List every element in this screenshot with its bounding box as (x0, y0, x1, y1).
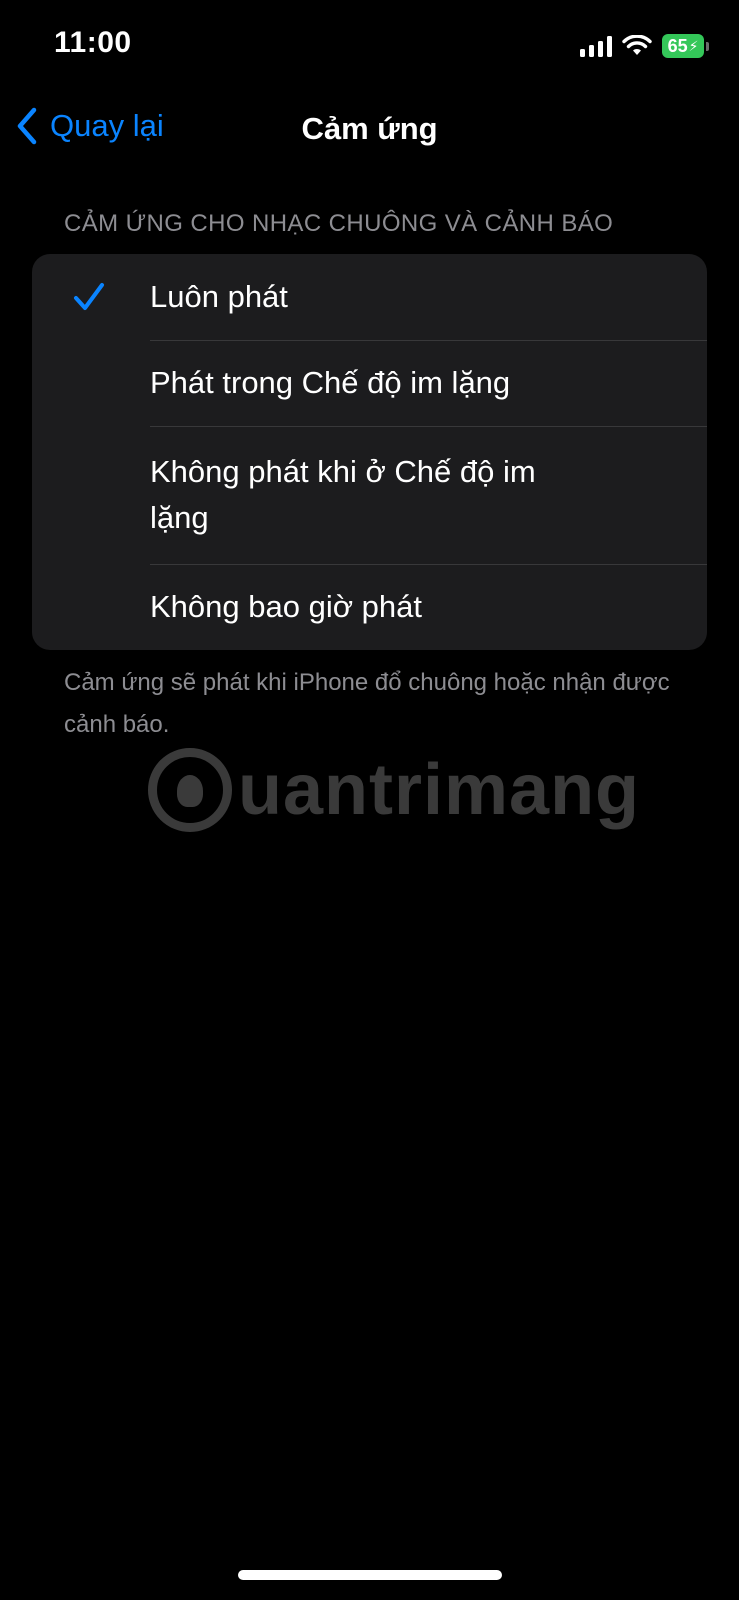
watermark: uantrimang (148, 748, 640, 832)
signal-icon (580, 35, 612, 57)
section-footer: Cảm ứng sẽ phát khi iPhone đổ chuông hoặ… (64, 669, 670, 738)
checkmark-icon (74, 283, 104, 310)
charging-bolt-icon: ⚡ (688, 37, 699, 54)
page-title: Cảm ứng (301, 111, 438, 146)
option-label: Phát trong Chế độ im lặng (150, 365, 511, 400)
lightbulb-logo-icon (148, 748, 232, 832)
option-always-play[interactable]: Luôn phát (32, 254, 707, 340)
watermark-text: uantrimang (238, 750, 641, 830)
battery-cap (706, 41, 709, 51)
option-play-in-silent-mode[interactable]: Phát trong Chế độ im lặng (32, 340, 707, 426)
battery-level: 65 ⚡ (662, 34, 704, 58)
wifi-icon (622, 35, 652, 57)
navigation-bar: Quay lại Cảm ứng (0, 95, 739, 165)
option-never-play[interactable]: Không bao giờ phát (32, 564, 707, 650)
home-indicator[interactable] (238, 1570, 502, 1580)
status-bar: 11:00 65 ⚡ (0, 0, 739, 90)
option-label: Không bao giờ phát (150, 589, 422, 624)
options-group: Luôn phát Phát trong Chế độ im lặng Khôn… (32, 254, 707, 650)
section-header: CẢM ỨNG CHO NHẠC CHUÔNG VÀ CẢNH BÁO (64, 210, 614, 237)
status-time: 11:00 (54, 26, 132, 59)
option-dont-play-in-silent-mode[interactable]: Không phát khi ở Chế độ im lặng (32, 426, 707, 564)
status-icons: 65 ⚡ (580, 30, 709, 62)
option-label: Luôn phát (150, 279, 288, 314)
battery-charging-icon: 65 ⚡ (662, 34, 709, 58)
battery-level-text: 65 (667, 35, 688, 56)
option-label: Không phát khi ở Chế độ im lặng (150, 454, 536, 535)
